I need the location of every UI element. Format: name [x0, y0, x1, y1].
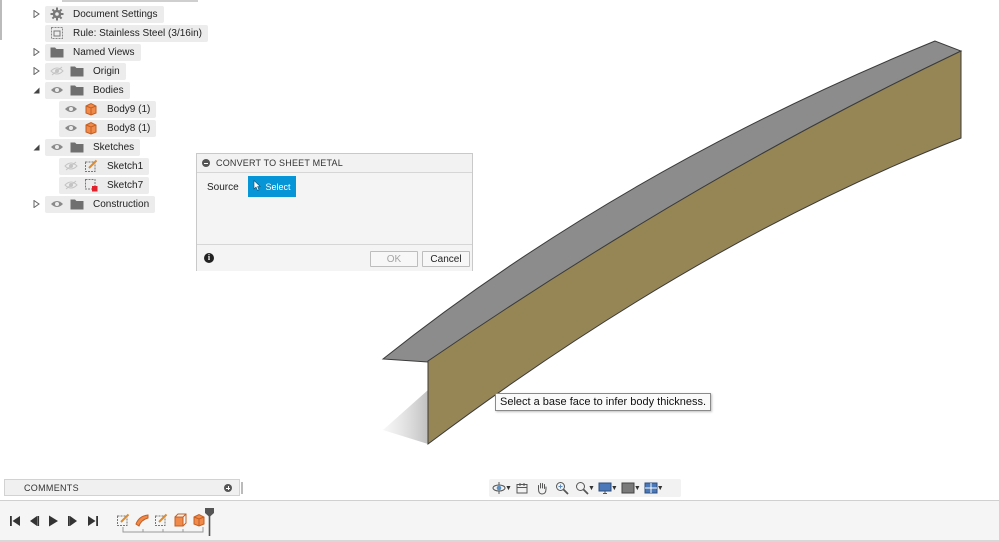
zoom-window-icon[interactable]	[572, 480, 592, 496]
orbit-icon[interactable]	[489, 480, 509, 496]
display-settings-icon[interactable]	[595, 480, 615, 496]
eye-hidden-icon[interactable]	[63, 158, 79, 174]
eye-hidden-icon[interactable]	[63, 177, 79, 193]
timeline-marker[interactable]	[205, 508, 214, 536]
selection-tooltip: Select a base face to infer body thickne…	[495, 393, 712, 411]
zoom-icon[interactable]	[552, 480, 572, 496]
browser-top-edge	[62, 0, 198, 2]
info-icon[interactable]: i	[204, 253, 214, 263]
expand-arrow-icon[interactable]	[32, 62, 40, 80]
step-back-icon[interactable]	[27, 514, 41, 528]
dialog-header[interactable]: CONVERT TO SHEET METAL	[197, 154, 472, 173]
source-label: Source	[207, 182, 239, 193]
sketch-warning-icon	[83, 177, 99, 193]
folder-icon	[69, 196, 85, 212]
eye-icon[interactable]	[63, 120, 79, 136]
browser-item-label: Body8 (1)	[107, 122, 151, 134]
browser-item-label: Origin	[93, 65, 120, 77]
folder-icon	[49, 44, 65, 60]
play-icon[interactable]	[46, 514, 60, 528]
body-side-face[interactable]	[427, 50, 962, 445]
browser-item-label: Sketch7	[107, 179, 144, 191]
select-button-label: Select	[265, 181, 291, 192]
extrude-feature-icon[interactable]	[173, 513, 187, 527]
ok-button[interactable]: OK	[370, 251, 418, 267]
ground-shadow	[383, 390, 428, 444]
browser-item-label: Sketches	[93, 141, 135, 153]
body-icon	[83, 101, 99, 117]
navigation-bar: ▼ ▼ ▼ ▼ ▼	[489, 479, 681, 497]
browser-item-label: Body9 (1)	[107, 103, 151, 115]
browser-item-label: Sketch1	[107, 160, 144, 172]
viewports-icon[interactable]	[641, 480, 661, 496]
skip-to-end-icon[interactable]	[86, 514, 100, 528]
eye-icon[interactable]	[49, 82, 65, 98]
folder-icon	[69, 63, 85, 79]
look-at-icon[interactable]	[512, 480, 532, 496]
add-comment-icon[interactable]	[224, 484, 232, 492]
select-button[interactable]: Select	[248, 176, 296, 197]
folder-icon	[69, 82, 85, 98]
browser-item-label: Construction	[93, 198, 150, 210]
browser-item-label: Document Settings	[73, 8, 158, 20]
panel-grip[interactable]	[241, 482, 243, 494]
folder-icon	[69, 139, 85, 155]
comments-panel[interactable]: COMMENTS	[4, 479, 243, 496]
browser-item-label: Bodies	[93, 84, 124, 96]
eye-icon[interactable]	[49, 196, 65, 212]
step-forward-icon[interactable]	[66, 514, 80, 528]
cancel-button[interactable]: Cancel	[422, 251, 470, 267]
browser-item-label: Rule: Stainless Steel (3/16in)	[73, 27, 202, 39]
convert-feature-icon[interactable]	[192, 513, 206, 527]
expand-arrow-icon[interactable]	[32, 5, 40, 23]
comments-title: COMMENTS	[24, 482, 79, 493]
collapse-arrow-icon[interactable]	[32, 138, 40, 156]
sheet-metal-rule-icon	[49, 25, 65, 41]
visual-style-icon[interactable]	[618, 480, 638, 496]
sketch-icon	[83, 158, 99, 174]
timeline	[0, 500, 999, 541]
timeline-group-bracket	[122, 527, 204, 533]
eye-icon[interactable]	[49, 139, 65, 155]
browser-item-label: Named Views	[73, 46, 135, 58]
surface-feature-icon[interactable]	[135, 513, 149, 527]
cursor-arrow-icon	[253, 179, 262, 193]
gear-icon	[49, 6, 65, 22]
eye-hidden-icon[interactable]	[49, 63, 65, 79]
collapse-arrow-icon[interactable]	[32, 81, 40, 99]
eye-icon[interactable]	[63, 101, 79, 117]
body-icon	[83, 120, 99, 136]
skip-to-start-icon[interactable]	[8, 514, 22, 528]
sketch-feature-icon[interactable]	[154, 513, 168, 527]
expand-arrow-icon[interactable]	[32, 43, 40, 61]
window-edge	[0, 0, 2, 40]
dialog-title: CONVERT TO SHEET METAL	[216, 158, 343, 168]
convert-to-sheet-metal-dialog: CONVERT TO SHEET METAL Source Select i O…	[196, 153, 473, 271]
sketch-feature-icon[interactable]	[116, 513, 130, 527]
expand-arrow-icon[interactable]	[32, 195, 40, 213]
pan-icon[interactable]	[532, 480, 552, 496]
collapse-dialog-icon[interactable]	[202, 159, 210, 167]
